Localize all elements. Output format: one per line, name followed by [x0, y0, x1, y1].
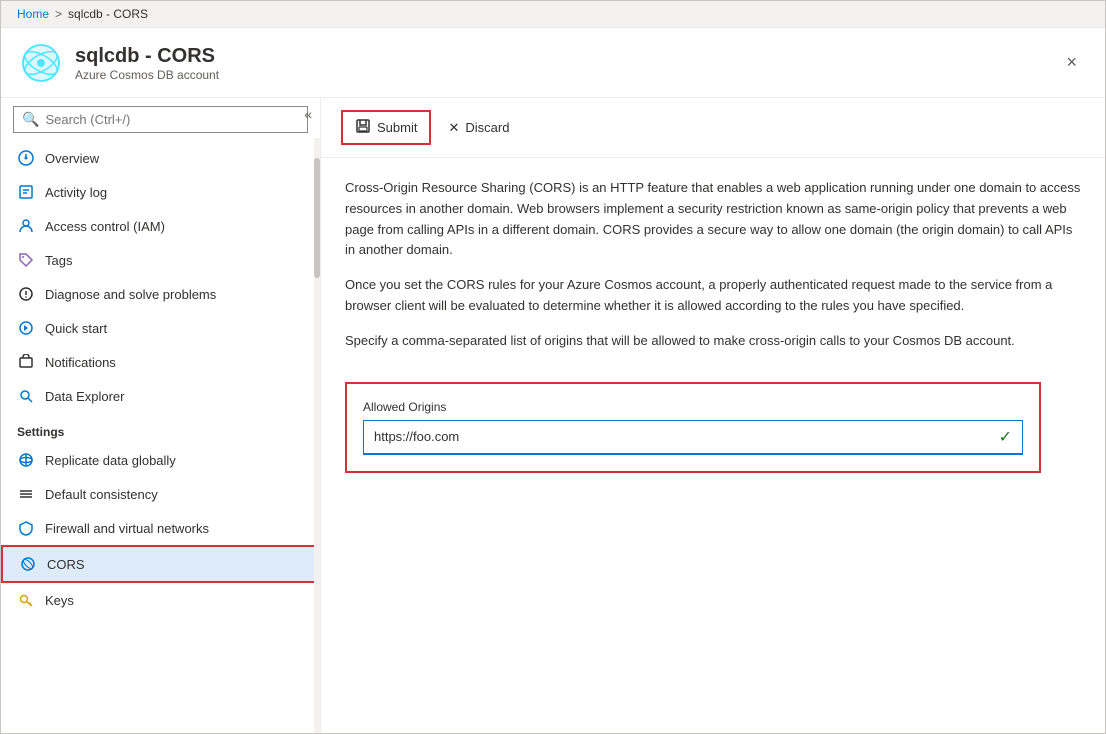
sidebar-label-cors: CORS — [47, 557, 85, 572]
scrollbar-track — [314, 138, 320, 733]
sidebar-item-consistency[interactable]: Default consistency — [1, 477, 320, 511]
sidebar-label-iam: Access control (IAM) — [45, 219, 165, 234]
sidebar-label-diagnose: Diagnose and solve problems — [45, 287, 216, 302]
sidebar-item-notifications[interactable]: Notifications — [1, 345, 320, 379]
sidebar-label-notifications: Notifications — [45, 355, 116, 370]
breadcrumb-separator: > — [55, 7, 62, 21]
quickstart-icon — [17, 319, 35, 337]
firewall-icon — [17, 519, 35, 537]
content-body: Cross-Origin Resource Sharing (CORS) is … — [321, 158, 1105, 493]
discard-icon: ✕ — [448, 120, 459, 136]
validation-check-icon: ✓ — [999, 427, 1012, 447]
allowed-origins-input-wrapper: ✓ — [363, 420, 1023, 455]
replicate-icon — [17, 451, 35, 469]
breadcrumb: Home > sqlcdb - CORS — [1, 1, 1105, 28]
content-area: Submit ✕ Discard Cross-Origin Resource S… — [321, 98, 1105, 733]
sidebar-item-tags[interactable]: Tags — [1, 243, 320, 277]
sidebar-item-activity-log[interactable]: Activity log — [1, 175, 320, 209]
breadcrumb-home[interactable]: Home — [17, 7, 49, 21]
tags-icon — [17, 251, 35, 269]
sidebar-item-data-explorer[interactable]: Data Explorer — [1, 379, 320, 413]
cors-icon — [19, 555, 37, 573]
close-button[interactable]: × — [1058, 48, 1085, 77]
sidebar-label-quickstart: Quick start — [45, 321, 107, 336]
page-title: sqlcdb - CORS — [75, 44, 219, 68]
sidebar-item-iam[interactable]: Access control (IAM) — [1, 209, 320, 243]
submit-button[interactable]: Submit — [341, 110, 431, 145]
sidebar-label-data-explorer: Data Explorer — [45, 389, 124, 404]
app-container: Home > sqlcdb - CORS sqlcdb - CORS Azure… — [0, 0, 1106, 734]
sidebar-item-cors[interactable]: CORS — [1, 545, 320, 583]
cosmos-db-icon — [21, 43, 61, 83]
description-paragraph-1: Cross-Origin Resource Sharing (CORS) is … — [345, 178, 1081, 261]
diagnose-icon — [17, 285, 35, 303]
data-explorer-icon — [17, 387, 35, 405]
sidebar-item-replicate[interactable]: Replicate data globally — [1, 443, 320, 477]
header-left: sqlcdb - CORS Azure Cosmos DB account — [21, 43, 219, 83]
search-box[interactable]: 🔍 — [13, 106, 308, 133]
breadcrumb-current: sqlcdb - CORS — [68, 7, 148, 21]
cors-form-section: Allowed Origins ✓ — [345, 382, 1041, 473]
description-paragraph-2: Once you set the CORS rules for your Azu… — [345, 275, 1081, 317]
page-header: sqlcdb - CORS Azure Cosmos DB account × — [1, 28, 1105, 98]
submit-icon — [355, 118, 371, 137]
description-paragraph-3: Specify a comma-separated list of origin… — [345, 331, 1081, 352]
page-subtitle: Azure Cosmos DB account — [75, 68, 219, 82]
sidebar-nav: Overview Activity log Access control (IA… — [1, 141, 320, 733]
sidebar-label-consistency: Default consistency — [45, 487, 158, 502]
allowed-origins-label: Allowed Origins — [363, 400, 1023, 414]
settings-section-label: Settings — [1, 413, 320, 443]
sidebar-label-firewall: Firewall and virtual networks — [45, 521, 209, 536]
discard-button[interactable]: ✕ Discard — [435, 113, 522, 143]
main-layout: « 🔍 Overview Activity log — [1, 98, 1105, 733]
sidebar-item-diagnose[interactable]: Diagnose and solve problems — [1, 277, 320, 311]
sidebar-label-keys: Keys — [45, 593, 74, 608]
sidebar-item-keys[interactable]: Keys — [1, 583, 320, 617]
sidebar: « 🔍 Overview Activity log — [1, 98, 321, 733]
notifications-icon — [17, 353, 35, 371]
sidebar-item-quickstart[interactable]: Quick start — [1, 311, 320, 345]
sidebar-item-overview[interactable]: Overview — [1, 141, 320, 175]
scrollbar-thumb[interactable] — [314, 158, 320, 278]
search-icon: 🔍 — [22, 111, 39, 128]
sidebar-item-firewall[interactable]: Firewall and virtual networks — [1, 511, 320, 545]
header-text: sqlcdb - CORS Azure Cosmos DB account — [75, 44, 219, 82]
sidebar-collapse-button[interactable]: « — [304, 106, 312, 122]
sidebar-label-replicate: Replicate data globally — [45, 453, 176, 468]
allowed-origins-input[interactable] — [374, 429, 999, 444]
keys-icon — [17, 591, 35, 609]
content-toolbar: Submit ✕ Discard — [321, 98, 1105, 158]
search-input[interactable] — [45, 112, 299, 127]
iam-icon — [17, 217, 35, 235]
sidebar-label-overview: Overview — [45, 151, 99, 166]
activity-log-icon — [17, 183, 35, 201]
submit-label: Submit — [377, 120, 417, 135]
sidebar-label-tags: Tags — [45, 253, 72, 268]
overview-icon — [17, 149, 35, 167]
discard-label: Discard — [465, 120, 509, 135]
sidebar-label-activity-log: Activity log — [45, 185, 107, 200]
consistency-icon — [17, 485, 35, 503]
